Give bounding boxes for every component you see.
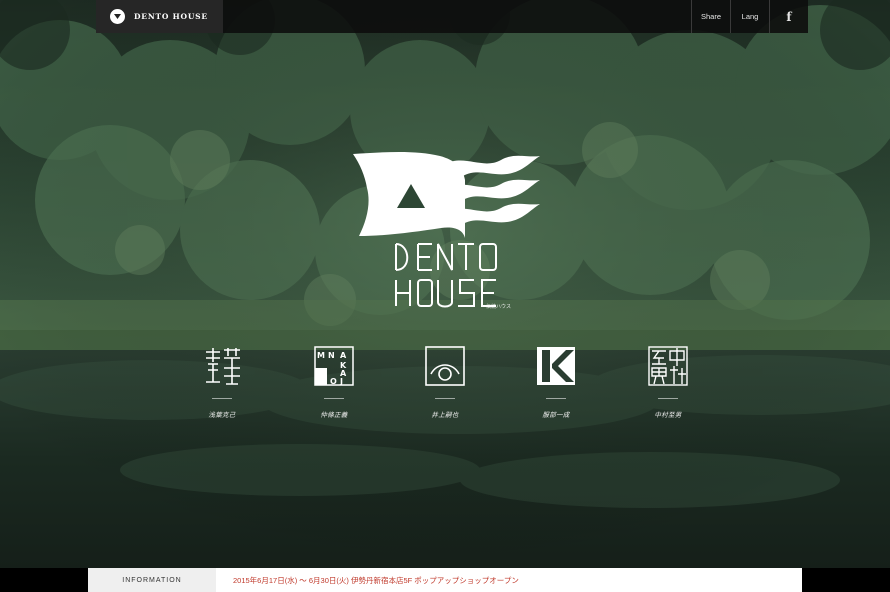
designer-name: 中村至男 — [654, 412, 682, 419]
designer-name: 仲條正義 — [320, 412, 348, 419]
designer-logo-hattori — [537, 347, 575, 385]
wordmark-subtitle: 伝統ハウス — [486, 304, 512, 310]
designer-item[interactable]: 井上嗣也 — [400, 346, 490, 426]
lang-button[interactable]: Lang — [730, 0, 769, 33]
designer-item[interactable]: 中村至男 — [623, 346, 713, 426]
designer-name: 服部一成 — [542, 412, 570, 419]
designer-item[interactable]: 服部一成 — [511, 346, 601, 426]
information-link[interactable]: 2015年6月17日(水) 〜 6月30日(火) 伊勢丹新宿本店5F ポップアッ… — [233, 568, 519, 592]
information-label: INFORMATION — [88, 568, 216, 592]
dento-house-wordmark — [395, 243, 497, 308]
top-navigation-bar: DENTO HOUSE Share Lang f — [0, 0, 890, 33]
svg-text:M: M — [317, 351, 325, 360]
svg-text:A: A — [340, 351, 347, 360]
designer-item[interactable]: 浅葉克己 — [177, 346, 267, 426]
designer-divider — [324, 398, 344, 399]
designer-divider — [546, 398, 566, 399]
information-bar: INFORMATION 2015年6月17日(水) 〜 6月30日(火) 伊勢丹… — [0, 568, 890, 592]
svg-text:O: O — [330, 377, 337, 386]
designer-item[interactable]: MNA KAJ O 仲條正義 — [289, 346, 379, 426]
eye-icon — [425, 346, 465, 386]
designer-divider — [658, 398, 678, 399]
designer-name: 浅葉克己 — [208, 412, 236, 419]
share-button[interactable]: Share — [691, 0, 730, 33]
designer-divider — [435, 398, 455, 399]
brand-menu-button[interactable]: DENTO HOUSE — [96, 0, 223, 33]
svg-text:N: N — [328, 351, 335, 360]
chevron-down-icon — [110, 9, 125, 24]
designer-logo-nakamura — [648, 346, 688, 386]
designer-divider — [212, 398, 232, 399]
brand-label: DENTO HOUSE — [134, 12, 208, 21]
designer-name: 井上嗣也 — [431, 412, 459, 419]
designer-logo-asaba — [206, 348, 240, 385]
designer-logo-nakajo: MNA KAJ O — [314, 346, 354, 386]
top-nav: Share Lang f — [691, 0, 808, 33]
designers-row: 浅葉克己 MNA KAJ O 仲條正義 井上嗣也 服部一成 中村至男 — [0, 346, 890, 426]
facebook-icon[interactable]: f — [769, 0, 808, 33]
svg-text:J: J — [339, 377, 343, 386]
